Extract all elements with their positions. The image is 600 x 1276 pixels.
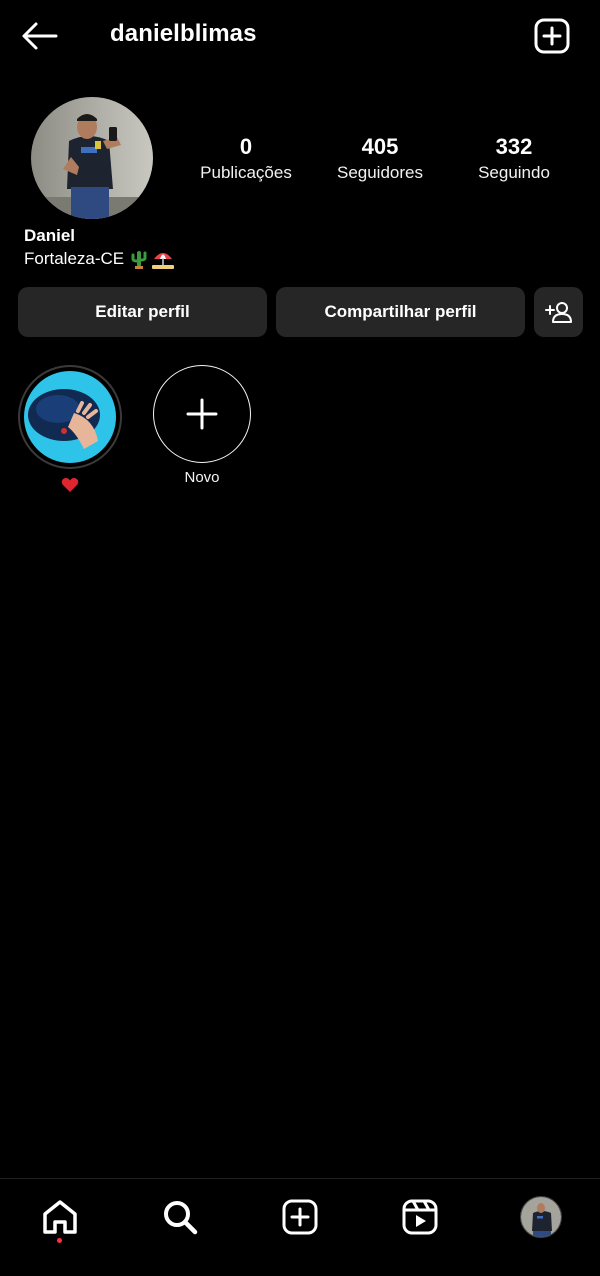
stat-posts-label: Publicações [200,163,292,182]
profile-stats: 0 Publicações 405 Seguidores 332 Seguind… [180,134,580,188]
nav-search[interactable] [158,1195,202,1239]
stat-posts-count: 0 [239,134,253,159]
arrow-left-icon [22,22,58,50]
cactus-emoji [131,251,147,269]
nav-home[interactable] [38,1195,82,1239]
stat-followers-label: Seguidores [336,163,423,182]
nav-profile[interactable] [519,1195,563,1239]
reels-icon [402,1199,438,1235]
notification-dot [57,1238,62,1243]
new-highlight-circle [153,365,251,463]
share-profile-button[interactable]: Compartilhar perfil [276,287,525,337]
create-icon [282,1199,318,1235]
nav-profile-photo [521,1197,561,1237]
plus-icon [186,398,218,430]
highlight-item[interactable] [18,365,122,493]
profile-avatar[interactable] [31,97,153,219]
nav-create[interactable] [278,1195,322,1239]
stat-posts[interactable]: 0 Publicações [181,134,311,186]
new-post-button[interactable] [532,16,572,56]
discover-people-button[interactable] [534,287,583,337]
profile-location: Fortaleza-CE [24,249,125,268]
back-button[interactable] [20,18,64,54]
edit-profile-button[interactable]: Editar perfil [18,287,267,337]
stat-followers[interactable]: 405 Seguidores [315,134,445,186]
beach-umbrella-emoji [152,253,175,269]
add-person-icon [544,302,572,323]
stat-following-label: Seguindo [478,163,550,182]
stat-followers-count: 405 [361,134,399,159]
new-highlight-label: Novo [184,469,220,486]
profile-bio: Fortaleza-CE [24,249,175,269]
stat-following-count: 332 [495,134,533,159]
new-highlight-button[interactable]: Novo [150,365,254,486]
search-icon [164,1201,198,1235]
top-bar: danielblimas [0,0,600,72]
profile-photo [31,97,153,219]
highlight-label [18,477,122,493]
home-icon [43,1200,77,1234]
red-heart-emoji [61,478,79,492]
bottom-navigation [0,1178,600,1276]
plus-square-icon [534,18,570,54]
highlight-cover [24,371,116,463]
profile-avatar [520,1196,562,1238]
profile-username[interactable]: danielblimas [110,20,257,48]
stat-following[interactable]: 332 Seguindo [449,134,579,186]
profile-display-name: Daniel [24,226,76,245]
nav-reels[interactable] [398,1195,442,1239]
highlight-photo [24,371,116,463]
highlight-ring [18,365,122,469]
